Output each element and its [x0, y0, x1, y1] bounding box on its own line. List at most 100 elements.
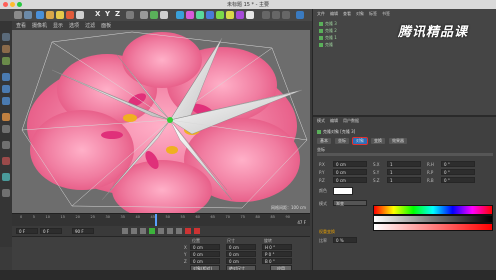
select-tool-icon[interactable]	[36, 11, 44, 19]
scale-tool-icon[interactable]	[56, 11, 64, 19]
edges-mode-icon[interactable]	[2, 85, 10, 93]
saturation-bar[interactable]	[373, 223, 493, 231]
solo-mode-icon[interactable]	[2, 141, 10, 149]
workplane-icon[interactable]	[272, 11, 280, 19]
polygons-mode-icon[interactable]	[2, 97, 10, 105]
menu-item[interactable]: 显示	[53, 22, 63, 29]
menu-item[interactable]: 模式	[317, 118, 325, 124]
prev-key-icon[interactable]	[131, 228, 137, 234]
position-x-field[interactable]: 0 cm	[190, 244, 220, 250]
move-tool-icon[interactable]	[46, 11, 54, 19]
tab-transform[interactable]: 变换	[371, 138, 385, 144]
prev-frame-icon[interactable]	[140, 228, 146, 234]
next-key-icon[interactable]	[167, 228, 173, 234]
tab-basic[interactable]: 基本	[317, 138, 331, 144]
camera-icon[interactable]	[236, 11, 244, 19]
recent-tool-icon[interactable]	[76, 11, 84, 19]
undo-icon[interactable]	[14, 11, 22, 19]
make-editable-icon[interactable]	[2, 33, 10, 41]
points-mode-icon[interactable]	[2, 73, 10, 81]
workplane-mode-icon[interactable]	[2, 57, 10, 65]
menu-item[interactable]: 摄像机	[32, 22, 47, 29]
layout-icon[interactable]	[262, 11, 270, 19]
rotation-p-field[interactable]: P 0 °	[262, 251, 292, 257]
nurbs-icon[interactable]	[196, 11, 204, 19]
menu-item[interactable]: 对象	[356, 11, 364, 17]
r-h-field[interactable]: 0 °	[441, 161, 475, 167]
hue-bar[interactable]	[373, 205, 493, 215]
menu-item[interactable]: 编辑	[330, 118, 338, 124]
s-z-field[interactable]: 1	[387, 177, 421, 183]
tab-object[interactable]: 对象	[352, 137, 368, 145]
rotation-b-field[interactable]: B 0 °	[262, 258, 292, 264]
menu-item[interactable]: 书签	[382, 11, 390, 17]
mode-select[interactable]: 渐变	[333, 200, 367, 206]
zoom-window-icon[interactable]	[17, 2, 22, 7]
object-row[interactable]: 克隆 3	[319, 21, 337, 27]
menu-item[interactable]: 文件	[317, 11, 325, 17]
tab-coord[interactable]: 坐标	[335, 138, 349, 144]
next-frame-icon[interactable]	[158, 228, 164, 234]
menu-item[interactable]: 查看	[343, 11, 351, 17]
minimize-window-icon[interactable]	[10, 2, 15, 7]
menu-item[interactable]: 查看	[16, 22, 26, 29]
object-row[interactable]: 克隆	[319, 42, 333, 48]
menu-item[interactable]: 标签	[369, 11, 377, 17]
timeline[interactable]: 0 5 10 15 20 25 30 35 40 45 50 55 60 65 70 75 80 85 90 47 …	[12, 213, 310, 227]
x-axis-toggle[interactable]: X	[94, 10, 101, 19]
record-icon[interactable]	[185, 228, 191, 234]
size-x-field[interactable]: 0 cm	[226, 244, 256, 250]
object-row[interactable]: 克隆 1	[319, 35, 337, 41]
snap-icon[interactable]	[282, 11, 290, 19]
texture-mode-icon[interactable]	[2, 45, 10, 53]
menu-item[interactable]: 选项	[69, 22, 79, 29]
autokey-icon[interactable]	[194, 228, 200, 234]
y-axis-toggle[interactable]: Y	[104, 10, 111, 19]
render-settings-icon[interactable]	[160, 11, 168, 19]
first-frame-icon[interactable]	[122, 228, 128, 234]
axis-mode-icon[interactable]	[2, 113, 10, 121]
deformer-icon[interactable]	[216, 11, 224, 19]
p-x-field[interactable]: 0 cm	[333, 161, 367, 167]
menu-item[interactable]: 面板	[101, 22, 111, 29]
s-x-field[interactable]: 1	[387, 161, 421, 167]
ratio-field[interactable]: 0 %	[333, 237, 357, 243]
size-z-field[interactable]: 0 cm	[226, 258, 256, 264]
render-picture-icon[interactable]	[150, 11, 158, 19]
r-p-field[interactable]: 0 °	[441, 169, 475, 175]
p-z-field[interactable]: 0 cm	[333, 177, 367, 183]
p-y-field[interactable]: 0 cm	[333, 169, 367, 175]
environment-icon[interactable]	[226, 11, 234, 19]
position-z-field[interactable]: 0 cm	[190, 258, 220, 264]
tab-effectors[interactable]: 效果器	[389, 138, 407, 144]
object-row[interactable]: 克隆 2	[319, 28, 337, 34]
start-frame-field[interactable]: 0 F	[16, 228, 38, 234]
tweak-mode-icon[interactable]	[2, 125, 10, 133]
light-icon[interactable]	[246, 11, 254, 19]
rotate-tool-icon[interactable]	[66, 11, 74, 19]
min-frame-field[interactable]: 0 F	[40, 228, 62, 234]
r-b-field[interactable]: 0 °	[441, 177, 475, 183]
spline-pen-icon[interactable]	[186, 11, 194, 19]
array-icon[interactable]	[206, 11, 214, 19]
position-y-field[interactable]: 0 cm	[190, 251, 220, 257]
menu-item[interactable]: 编辑	[330, 11, 338, 17]
close-window-icon[interactable]	[3, 2, 8, 7]
color-swatch[interactable]	[333, 187, 353, 195]
size-y-field[interactable]: 0 cm	[226, 251, 256, 257]
3d-viewport[interactable]: 网格间距：100 cm	[12, 30, 310, 213]
redo-icon[interactable]	[24, 11, 32, 19]
last-frame-icon[interactable]	[176, 228, 182, 234]
lock-icon[interactable]	[2, 189, 10, 197]
menu-item[interactable]: 用户数据	[343, 118, 359, 124]
s-y-field[interactable]: 1	[387, 169, 421, 175]
value-bar[interactable]	[373, 215, 493, 223]
cube-icon[interactable]	[176, 11, 184, 19]
magnet-icon[interactable]	[2, 157, 10, 165]
help-icon[interactable]	[296, 11, 304, 19]
end-frame-field[interactable]: 90 F	[72, 228, 94, 234]
snap-settings-icon[interactable]	[2, 173, 10, 181]
z-axis-toggle[interactable]: Z	[114, 10, 121, 19]
rotation-h-field[interactable]: H 0 °	[262, 244, 292, 250]
coordinate-system-icon[interactable]	[126, 11, 134, 19]
